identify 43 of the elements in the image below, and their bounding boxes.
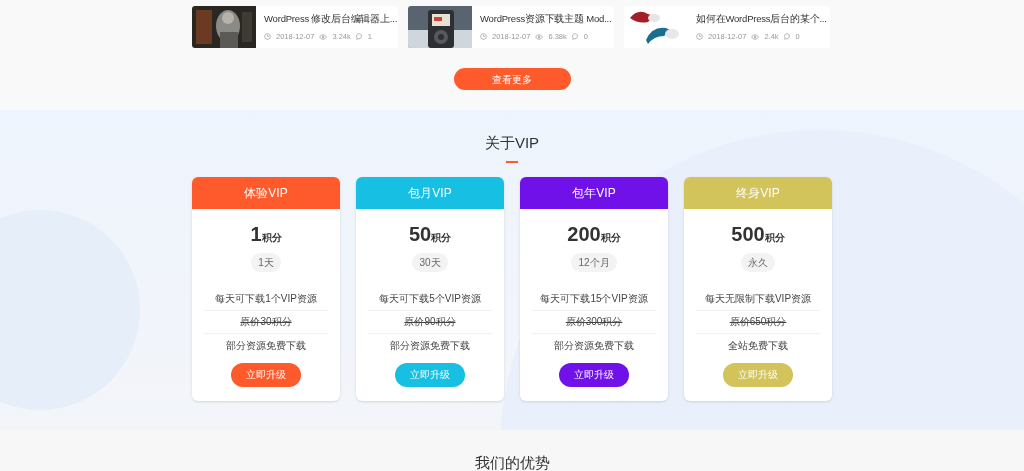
plan-feature: 全站免费下载 <box>728 338 788 353</box>
price-unit: 积分 <box>764 231 785 245</box>
plan-header: 包月VIP <box>356 176 504 209</box>
plan-feature: 每天可下载15个VIP资源 <box>540 292 648 306</box>
section-title: 关于VIP <box>484 133 540 153</box>
price: 200 <box>567 221 601 247</box>
plan-header: 终身VIP <box>684 176 832 209</box>
price-unit: 积分 <box>431 231 452 245</box>
post-title[interactable]: 如何在WordPress后台的某个... <box>696 11 827 26</box>
price-unit: 积分 <box>261 231 282 245</box>
eye-icon <box>319 33 328 40</box>
upgrade-button[interactable]: 立即升级 <box>559 362 629 387</box>
plan-feature: 每天可下载5个VIP资源 <box>379 292 481 306</box>
period-tag: 永久 <box>741 252 775 272</box>
plan-feature: 原价90积分 <box>404 315 456 329</box>
plan-header: 包年VIP <box>520 176 668 209</box>
comment-icon <box>783 33 791 41</box>
post-title[interactable]: WordPress资源下载主题 Mod... <box>480 11 612 26</box>
plan-feature: 部分资源免费下载 <box>226 338 306 353</box>
comment-icon <box>571 33 579 41</box>
clock-icon <box>696 33 703 41</box>
clock-icon <box>264 33 271 41</box>
eye-icon <box>751 33 760 40</box>
plan-feature: 每天无限制下载VIP资源 <box>704 292 812 306</box>
plan-feature: 原价650积分 <box>729 315 787 329</box>
plan-feature: 原价30积分 <box>240 315 292 329</box>
period-tag: 30天 <box>412 252 448 272</box>
post-title[interactable]: WordPress 修改后台编辑器上... <box>264 11 398 26</box>
eye-icon <box>535 33 544 40</box>
comment-icon <box>355 33 363 41</box>
plan-feature: 原价300积分 <box>565 315 623 329</box>
section-title: 我们的优势 <box>474 453 550 471</box>
price: 500 <box>731 221 765 247</box>
plan-feature: 部分资源免费下载 <box>554 338 634 353</box>
clock-icon <box>480 33 487 41</box>
plan-feature: 部分资源免费下载 <box>390 338 470 353</box>
plan-header: 体验VIP <box>192 176 340 209</box>
price: 50 <box>408 221 432 247</box>
price-unit: 积分 <box>600 231 621 245</box>
price: 1 <box>250 221 262 247</box>
period-tag: 12个月 <box>571 252 617 272</box>
period-tag: 1天 <box>251 252 281 272</box>
plan-feature: 每天可下载1个VIP资源 <box>215 292 317 306</box>
